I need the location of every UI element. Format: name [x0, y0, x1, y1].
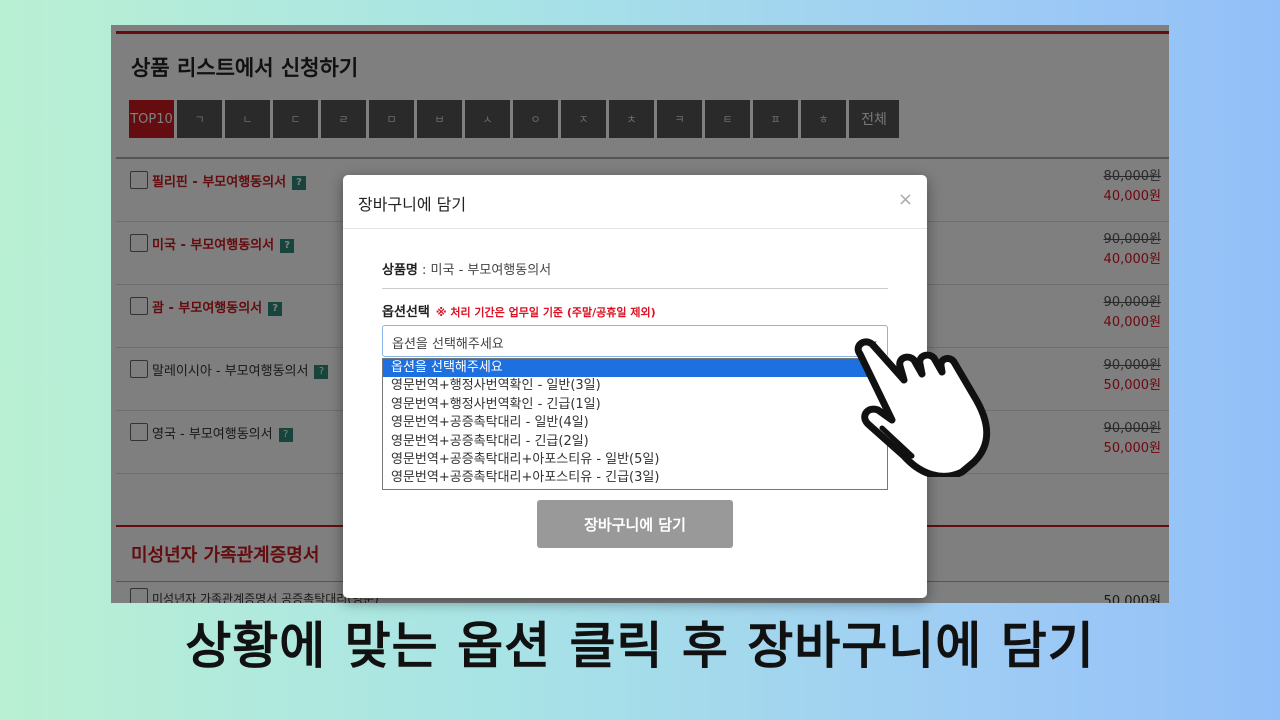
- option-dropdown-list: 옵션을 선택해주세요 영문번역+행정사번역확인 - 일반(3일) 영문번역+행정…: [382, 358, 888, 490]
- modal-header: 장바구니에 담기 ×: [343, 175, 927, 229]
- dropdown-option[interactable]: 영문번역+공증촉탁대리+아포스티유 - 일반(5일): [383, 451, 887, 469]
- hand-pointer-icon: [854, 338, 991, 477]
- dropdown-option[interactable]: 영문번역+공증촉탁대리 - 긴급(2일): [383, 433, 887, 451]
- dropdown-option[interactable]: 영문번역+공증촉탁대리 - 일반(4일): [383, 414, 887, 432]
- caption-title: 상황에 맞는 옵션 클릭 후 장바구니에 담기: [185, 617, 1095, 675]
- select-value: 옵션을 선택해주세요: [392, 337, 504, 352]
- product-name-line: 상품명 : 미국 - 부모여행동의서: [382, 259, 888, 289]
- option-label: 옵션선택 ※ 처리 기간은 업무일 기준 (주말/공휴일 제외): [382, 305, 656, 320]
- dropdown-option[interactable]: 영문번역+행정사번역확인 - 일반(3일): [383, 377, 887, 395]
- option-note: ※ 처리 기간은 업무일 기준 (주말/공휴일 제외): [435, 306, 656, 319]
- close-icon[interactable]: ×: [898, 189, 913, 210]
- option-select[interactable]: 옵션을 선택해주세요 ⌄: [382, 325, 888, 357]
- product-value: : 미국 - 부모여행동의서: [417, 263, 552, 278]
- modal-title: 장바구니에 담기: [358, 195, 467, 214]
- product-label: 상품명: [382, 263, 418, 278]
- add-to-cart-modal: 장바구니에 담기 × 상품명 : 미국 - 부모여행동의서 옵션선택 ※ 처리 기…: [343, 175, 927, 598]
- dropdown-option[interactable]: 옵션을 선택해주세요: [383, 359, 887, 378]
- add-to-cart-button[interactable]: 장바구니에 담기: [537, 500, 733, 548]
- dropdown-option[interactable]: 영문번역+행정사번역확인 - 긴급(1일): [383, 396, 887, 414]
- dropdown-option[interactable]: 영문번역+공증촉탁대리+아포스티유 - 긴급(3일): [383, 469, 887, 487]
